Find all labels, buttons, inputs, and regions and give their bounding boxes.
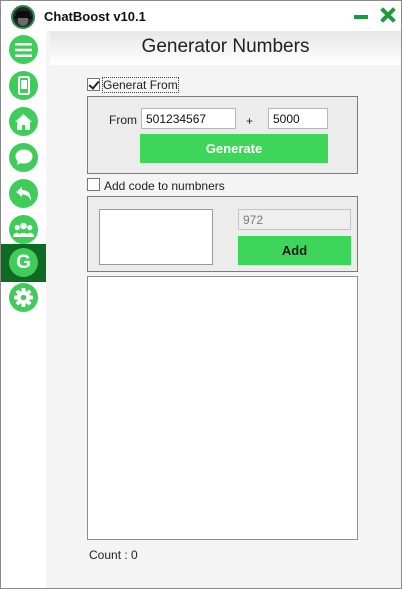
- settings-gear-icon: [14, 288, 33, 307]
- sidebar-item-home[interactable]: [1, 104, 46, 140]
- phone-icon: [17, 76, 30, 95]
- generate-button[interactable]: Generate: [140, 134, 328, 163]
- generate-from-panel: From 501234567 + 5000 Generate: [87, 96, 358, 174]
- chat-bubble-icon: [15, 149, 32, 165]
- generate-from-checkbox[interactable]: [87, 78, 100, 91]
- sidebar-item-menu[interactable]: [1, 32, 46, 68]
- sidebar-item-group[interactable]: [1, 212, 46, 248]
- add-code-checkbox[interactable]: [87, 178, 100, 191]
- from-number-input[interactable]: 501234567: [141, 108, 236, 129]
- plus-sign: +: [246, 114, 254, 128]
- from-label: From: [109, 113, 137, 127]
- sidebar-item-settings[interactable]: [1, 280, 46, 316]
- app-logo-icon: [11, 5, 35, 29]
- home-icon: [15, 113, 32, 130]
- code-list-textbox[interactable]: [99, 209, 213, 265]
- sidebar-item-phone[interactable]: [1, 68, 46, 104]
- sidebar-item-chat[interactable]: [1, 140, 46, 176]
- numbers-output-textbox[interactable]: [87, 276, 358, 540]
- minimize-icon[interactable]: [354, 15, 368, 19]
- menu-icon: [15, 42, 32, 57]
- add-code-panel: 972 Add: [87, 196, 358, 272]
- count-value: 0: [131, 548, 138, 562]
- title-bar[interactable]: ChatBoost v10.1: [1, 1, 401, 31]
- country-code-input[interactable]: 972: [238, 209, 351, 230]
- sidebar-item-generator[interactable]: G: [1, 244, 46, 282]
- app-title: ChatBoost v10.1: [44, 9, 146, 24]
- group-icon: [13, 222, 34, 237]
- sidebar-item-back[interactable]: [1, 176, 46, 212]
- generate-from-label[interactable]: Generat From: [102, 77, 179, 93]
- back-arrow-icon: [16, 186, 31, 201]
- count-label: Count :: [89, 548, 128, 562]
- amount-input[interactable]: 5000: [268, 108, 328, 129]
- add-button[interactable]: Add: [238, 236, 351, 265]
- page-title: Generator Numbers: [141, 36, 310, 57]
- generator-g-icon: G: [16, 251, 31, 273]
- count-row: Count : 0: [89, 548, 138, 562]
- close-icon[interactable]: [378, 5, 396, 25]
- sidebar: G: [1, 31, 46, 588]
- app-window: ChatBoost v10.1 G Generator Numbers Gene…: [0, 0, 402, 589]
- add-code-label[interactable]: Add code to numbners: [104, 179, 225, 193]
